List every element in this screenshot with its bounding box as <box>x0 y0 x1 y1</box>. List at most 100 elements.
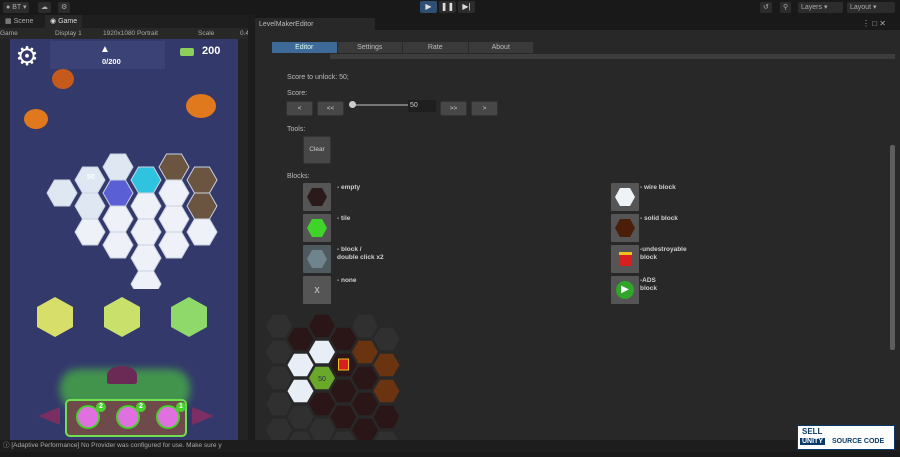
grid-cell[interactable] <box>352 314 378 338</box>
tab-scene[interactable]: ▦ Scene <box>0 15 38 28</box>
score-input[interactable]: 50 <box>408 100 436 112</box>
board-tile[interactable] <box>102 231 134 259</box>
history-icon[interactable]: ↺ <box>760 2 772 13</box>
ads-block-label: -ADS block <box>640 277 657 292</box>
board-tile[interactable] <box>130 270 162 289</box>
grid-cell[interactable] <box>266 340 292 364</box>
board-tile[interactable] <box>74 218 106 246</box>
collab-icon[interactable]: ⚙ <box>58 2 71 13</box>
score-slider[interactable] <box>353 104 409 106</box>
tab-settings[interactable]: Settings <box>338 42 403 53</box>
board-tile[interactable] <box>130 244 162 272</box>
board-tile[interactable] <box>74 192 106 220</box>
grid-cell[interactable] <box>266 392 292 416</box>
grid-cell[interactable] <box>330 379 357 403</box>
cloud-icon[interactable]: ☁ <box>38 2 51 13</box>
play-button[interactable]: ▶ <box>420 1 437 13</box>
board-tile[interactable] <box>158 231 190 259</box>
grid-cell[interactable] <box>352 418 378 442</box>
board-tile[interactable] <box>186 192 218 220</box>
wire-block-button[interactable] <box>611 183 639 211</box>
display-dropdown[interactable]: Display 1 <box>55 28 82 39</box>
console-status-bar[interactable]: ⓘ [Adaptive Performance] No Provider was… <box>0 440 900 452</box>
tray-tile[interactable] <box>37 297 73 337</box>
window-controls[interactable]: ⋮ □ ✕ <box>862 19 886 28</box>
grid-cell[interactable] <box>352 366 378 390</box>
grid-cell[interactable] <box>287 353 314 377</box>
tab-game[interactable]: ◉ Game <box>45 15 83 28</box>
grid-cell[interactable] <box>309 340 335 364</box>
tile-tray[interactable] <box>35 294 220 344</box>
grid-cell[interactable] <box>287 405 314 429</box>
grid-cell[interactable] <box>352 340 378 364</box>
board-tile[interactable] <box>102 153 134 181</box>
tray-tile[interactable] <box>171 297 207 337</box>
grid-cell[interactable] <box>287 379 314 403</box>
tab-editor[interactable]: Editor <box>272 42 338 53</box>
board-tile[interactable] <box>158 205 190 233</box>
solid-block-button[interactable] <box>611 214 639 242</box>
grid-cell[interactable] <box>330 327 357 351</box>
score-next-fast-button[interactable]: >> <box>440 101 467 116</box>
pumpkin-icon <box>24 109 48 129</box>
tile-block-button[interactable] <box>303 214 331 242</box>
gift-block-button[interactable] <box>611 245 639 273</box>
board-tile[interactable] <box>102 205 134 233</box>
account-dropdown[interactable]: ● BT ▾ <box>3 2 30 13</box>
board-tile[interactable] <box>102 179 134 207</box>
pause-button[interactable]: ❚❚ <box>439 1 456 13</box>
settings-gear-icon[interactable]: ⚙ <box>12 41 42 71</box>
grid-cell[interactable] <box>373 379 400 403</box>
score-to-unlock: Score to unlock: 50; <box>287 74 349 81</box>
grid-cell[interactable] <box>330 405 357 429</box>
tab-rate[interactable]: Rate <box>403 42 469 53</box>
clear-button[interactable]: Clear <box>303 136 331 164</box>
grid-cell[interactable] <box>266 314 292 338</box>
grid-cell[interactable] <box>352 392 378 416</box>
level-grid[interactable]: 50 <box>265 310 400 445</box>
editor-scrollbar[interactable] <box>890 145 895 350</box>
empty-block-button[interactable] <box>303 183 331 211</box>
block-block-button[interactable] <box>303 245 331 273</box>
grid-cell[interactable] <box>373 353 400 377</box>
board-tile[interactable] <box>130 166 162 194</box>
grid-cell[interactable] <box>373 405 400 429</box>
layers-dropdown[interactable]: Layers ▾ <box>798 2 843 13</box>
grid-cell[interactable] <box>309 418 335 442</box>
board-tile[interactable] <box>46 179 78 207</box>
watermark-logo: SELL UNITY SOURCE CODE <box>797 425 895 450</box>
score-prev-fast-button[interactable]: << <box>317 101 344 116</box>
board-tile[interactable] <box>186 166 218 194</box>
board-tile[interactable] <box>186 218 218 246</box>
step-button[interactable]: ▶| <box>458 1 475 13</box>
score-prev-button[interactable]: < <box>286 101 313 116</box>
grid-cell[interactable] <box>309 314 335 338</box>
grid-tile-score: 50 <box>318 376 326 383</box>
board-tile[interactable] <box>158 179 190 207</box>
game-toolbar: Game Display 1 1920x1080 Portrait Scale … <box>0 28 249 39</box>
game-board[interactable] <box>40 139 220 289</box>
grid-cell[interactable] <box>266 418 292 442</box>
score-next-button[interactable]: > <box>471 101 498 116</box>
search-icon[interactable]: ⚲ <box>780 2 792 13</box>
none-block-button[interactable]: X <box>303 276 331 304</box>
tray-tile[interactable] <box>104 297 140 337</box>
grid-cell[interactable] <box>266 366 292 390</box>
grid-cell[interactable] <box>287 327 314 351</box>
board-tile[interactable] <box>158 153 190 181</box>
bat-wing-icon <box>38 407 60 425</box>
coins-count: 200 <box>202 45 221 57</box>
ads-block-button[interactable]: ▶ <box>611 276 639 304</box>
board-tile[interactable] <box>130 192 162 220</box>
resolution-dropdown[interactable]: 1920x1080 Portrait <box>103 28 158 39</box>
tab-about[interactable]: About <box>469 42 534 53</box>
game-view[interactable]: ⚙ ▲ 0/200 200 50 2 2 1 <box>10 39 238 440</box>
target-editor-header <box>330 54 895 59</box>
cash-icon <box>180 48 194 56</box>
score-slider-handle[interactable] <box>349 101 356 108</box>
layout-dropdown[interactable]: Layout ▾ <box>847 2 895 13</box>
grid-cell[interactable] <box>373 327 400 351</box>
grid-cell[interactable] <box>309 392 335 416</box>
board-tile[interactable] <box>130 218 162 246</box>
game-mode-dropdown[interactable]: Game <box>0 28 18 39</box>
